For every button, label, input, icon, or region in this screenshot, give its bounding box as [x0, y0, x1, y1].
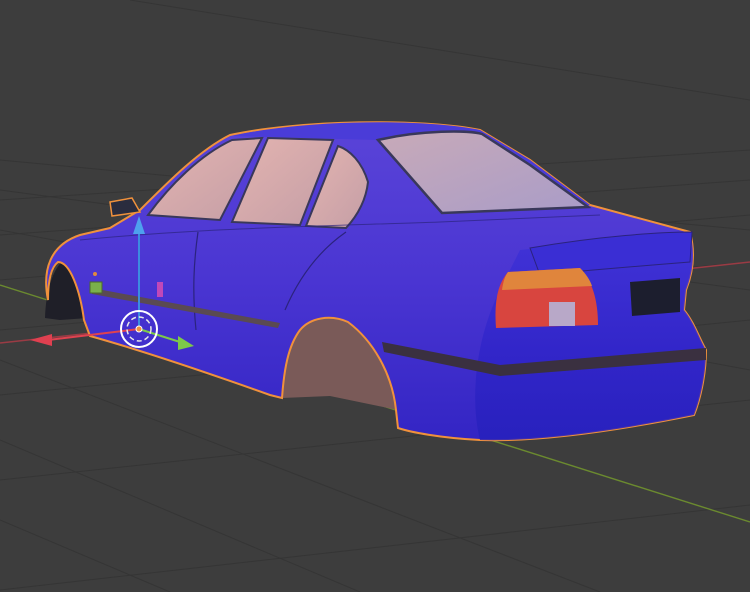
license-plate-recess: [630, 278, 680, 316]
x-axis-arrow-head[interactable]: [30, 334, 52, 346]
3d-viewport[interactable]: [0, 0, 750, 592]
taillight-reverse-lens: [549, 302, 575, 326]
side-marker-light: [89, 281, 103, 294]
car-body-mesh[interactable]: [45, 121, 708, 442]
side-mirror: [109, 197, 142, 217]
origin-center-dot: [135, 325, 143, 333]
fuel-cap-marker: [157, 282, 163, 297]
small-marker-dot: [93, 272, 97, 276]
